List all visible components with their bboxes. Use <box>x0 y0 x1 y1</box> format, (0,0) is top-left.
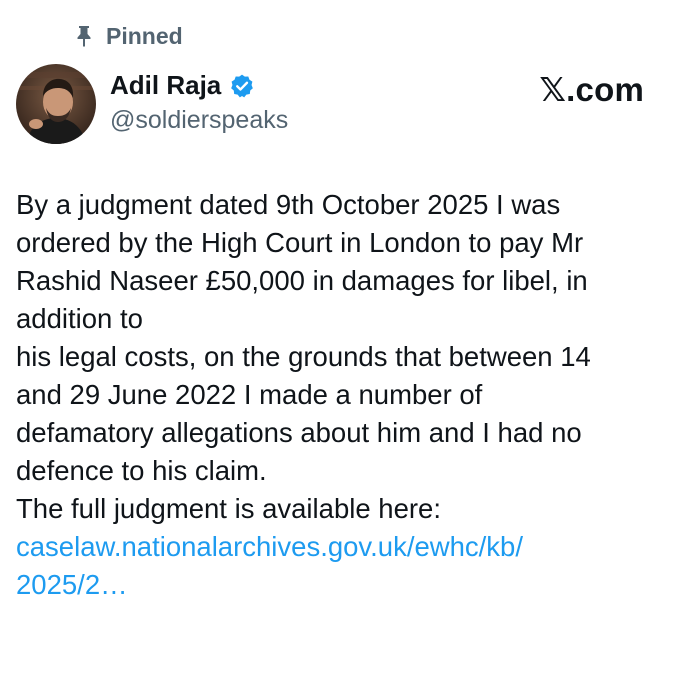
pinned-indicator: Pinned <box>76 20 183 52</box>
post-text-block: By a judgment dated 9th October 2025 I w… <box>16 186 666 604</box>
post-text: By a judgment dated 9th October 2025 I w… <box>16 189 591 524</box>
author-name-row[interactable]: Adil Raja <box>110 70 255 101</box>
pin-icon <box>76 25 92 47</box>
brand-label: 𝕏.com <box>539 71 644 108</box>
verified-badge-icon <box>229 73 255 99</box>
avatar[interactable] <box>16 64 96 144</box>
judgment-link[interactable]: caselaw.nationalarchives.gov.uk/ewhc/kb/… <box>16 531 523 600</box>
author-handle[interactable]: @soldierspeaks <box>110 106 288 135</box>
pinned-label: Pinned <box>106 22 183 49</box>
author-display-name[interactable]: Adil Raja <box>110 70 221 101</box>
